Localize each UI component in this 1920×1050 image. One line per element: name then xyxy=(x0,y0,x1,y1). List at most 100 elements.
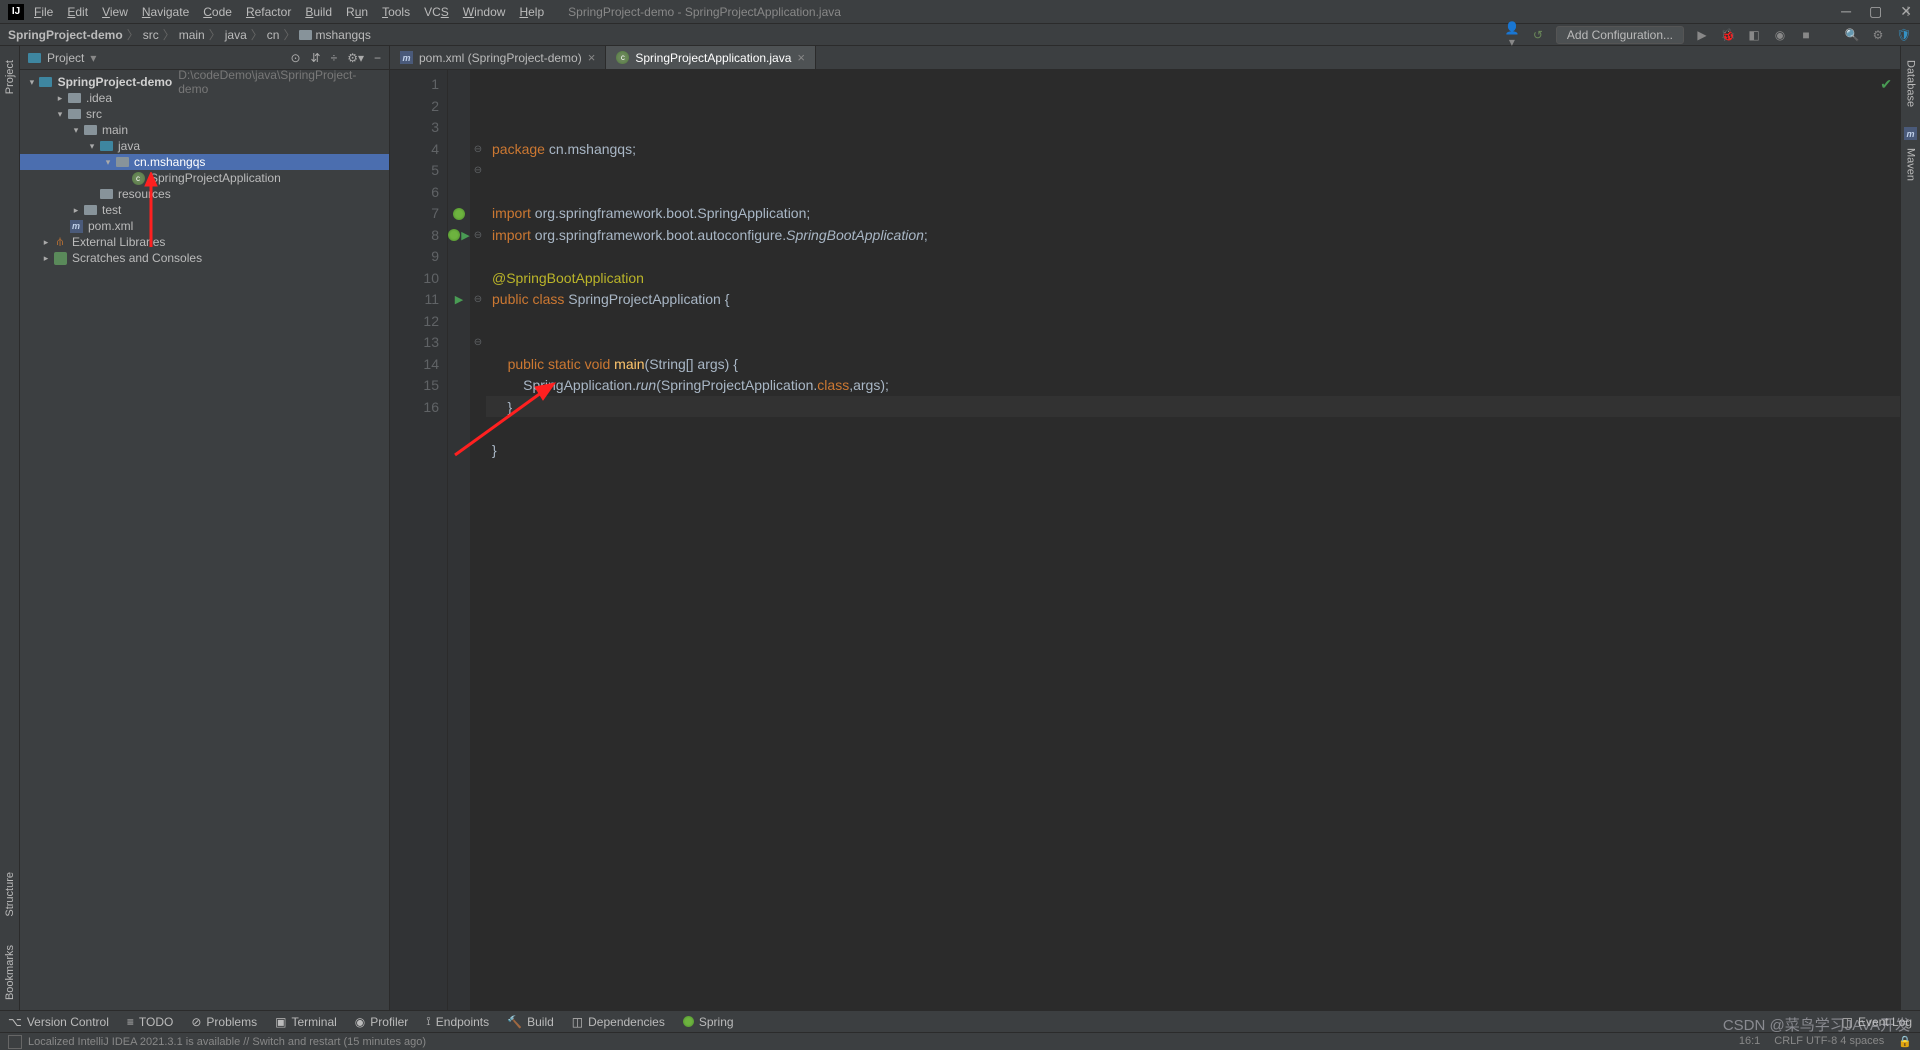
status-bar: Localized IntelliJ IDEA 2021.3.1 is avai… xyxy=(0,1032,1920,1050)
code-content[interactable]: ✔ package cn.mshangqs; import org.spring… xyxy=(486,70,1900,1010)
menu-tools[interactable]: Tools xyxy=(382,5,410,19)
dropdown-icon[interactable]: ▾ xyxy=(90,51,96,65)
tree-src[interactable]: ▾src xyxy=(20,106,389,122)
menu-help[interactable]: Help xyxy=(519,5,544,19)
terminal-tab[interactable]: ▣Terminal xyxy=(275,1015,337,1029)
inspection-ok-icon[interactable]: ✔ xyxy=(1880,74,1892,96)
tree-scratches[interactable]: ▸Scratches and Consoles xyxy=(20,250,389,266)
select-open-file-icon[interactable]: ⊙ xyxy=(290,51,300,65)
minimize-button[interactable]: ─ xyxy=(1841,3,1851,20)
bottom-tool-bar: ⌥Version Control ≡TODO ⊘Problems ▣Termin… xyxy=(0,1010,1920,1032)
project-pane-header: Project ▾ ⊙ ⇵ ÷ ⚙▾ − xyxy=(20,46,389,70)
crumb[interactable]: SpringProject-demo xyxy=(8,28,123,42)
run-class-icon[interactable]: ▶ xyxy=(448,225,470,247)
project-tree: ▾ SpringProject-demo D:\codeDemo\java\Sp… xyxy=(20,70,389,270)
tree-main[interactable]: ▾main xyxy=(20,122,389,138)
profile-icon[interactable]: ◉ xyxy=(1772,28,1788,42)
tab-app[interactable]: c SpringProjectApplication.java × xyxy=(606,46,816,69)
navbar: SpringProject-demo〉 src〉 main〉 java〉 cn〉… xyxy=(0,24,1920,46)
menu-run[interactable]: Run xyxy=(346,5,368,19)
project-pane-title[interactable]: Project xyxy=(47,51,84,65)
crumb[interactable]: src xyxy=(143,28,159,42)
close-tab-icon[interactable]: × xyxy=(797,50,805,65)
tab-options-icon[interactable]: ⋮ xyxy=(1902,4,1914,18)
collapse-all-icon[interactable]: ÷ xyxy=(331,51,338,65)
settings-icon[interactable]: ⚙ xyxy=(1870,28,1886,42)
user-icon[interactable]: 👤▾ xyxy=(1504,21,1520,49)
menu-edit[interactable]: Edit xyxy=(67,5,88,19)
crumb[interactable]: cn xyxy=(267,28,280,42)
profiler-tab[interactable]: ◉Profiler xyxy=(355,1015,409,1029)
right-tool-strip: Database m Maven xyxy=(1900,46,1920,1010)
gutter-icons: ▶ ▶ xyxy=(448,70,470,1010)
maven-tool-tab[interactable]: m xyxy=(1904,127,1917,140)
main-area: Project Structure Bookmarks Project ▾ ⊙ … xyxy=(0,46,1920,1010)
caret-position[interactable]: 16:1 xyxy=(1739,1035,1760,1048)
menu-refactor[interactable]: Refactor xyxy=(246,5,291,19)
menu-view[interactable]: View xyxy=(102,5,128,19)
menu-vcs[interactable]: VCS xyxy=(424,5,449,19)
sync-icon[interactable]: ↺ xyxy=(1530,28,1546,42)
expand-all-icon[interactable]: ⇵ xyxy=(311,51,321,65)
tab-pom[interactable]: m pom.xml (SpringProject-demo) × xyxy=(390,46,606,69)
breadcrumbs: SpringProject-demo〉 src〉 main〉 java〉 cn〉… xyxy=(8,26,371,43)
bookmarks-tool-tab[interactable]: Bookmarks xyxy=(4,945,16,1000)
tree-test[interactable]: ▸test xyxy=(20,202,389,218)
maximize-button[interactable]: ▢ xyxy=(1869,3,1882,20)
menu-file[interactable]: File xyxy=(34,5,53,19)
menu-code[interactable]: Code xyxy=(203,5,232,19)
maven-icon: m xyxy=(400,51,413,64)
crumb[interactable]: mshangqs xyxy=(299,28,370,42)
spring-tab[interactable]: Spring xyxy=(683,1015,734,1029)
window-title: SpringProject-demo - SpringProjectApplic… xyxy=(568,5,1841,19)
run-icon[interactable]: ▶ xyxy=(1694,28,1710,42)
menu-navigate[interactable]: Navigate xyxy=(142,5,189,19)
tree-root[interactable]: ▾ SpringProject-demo D:\codeDemo\java\Sp… xyxy=(20,74,389,90)
tool-windows-icon[interactable] xyxy=(8,1035,22,1049)
hide-icon[interactable]: − xyxy=(374,51,381,65)
stop-icon[interactable]: ■ xyxy=(1798,28,1814,42)
menu-window[interactable]: Window xyxy=(463,5,506,19)
version-control-tab[interactable]: ⌥Version Control xyxy=(8,1015,109,1029)
tree-pom[interactable]: mpom.xml xyxy=(20,218,389,234)
spring-run-icon[interactable] xyxy=(448,203,470,225)
status-message[interactable]: Localized IntelliJ IDEA 2021.3.1 is avai… xyxy=(28,1036,426,1048)
todo-tab[interactable]: ≡TODO xyxy=(127,1015,173,1029)
run-method-icon[interactable]: ▶ xyxy=(448,289,470,311)
database-tool-tab[interactable]: Database xyxy=(1905,60,1917,107)
endpoints-tab[interactable]: ⟟Endpoints xyxy=(426,1014,489,1029)
tree-package[interactable]: ▾cn.mshangqs xyxy=(20,154,389,170)
close-tab-icon[interactable]: × xyxy=(588,50,596,65)
tab-label: SpringProjectApplication.java xyxy=(635,51,791,65)
watermark: CSDN @菜鸟学习JAVA开发 xyxy=(1723,1014,1910,1035)
crumb[interactable]: java xyxy=(225,28,247,42)
folder-icon xyxy=(28,53,41,63)
java-class-icon: c xyxy=(616,51,629,64)
coverage-icon[interactable]: ◧ xyxy=(1746,28,1762,42)
structure-tool-tab[interactable]: Structure xyxy=(4,872,16,917)
tree-app-class[interactable]: cSpringProjectApplication xyxy=(20,170,389,186)
search-icon[interactable]: 🔍 xyxy=(1844,28,1860,42)
tree-resources[interactable]: resources xyxy=(20,186,389,202)
code-editor[interactable]: 12345678910111213141516 ▶ ▶ ⊖⊖⊖⊖⊖ ✔ pack… xyxy=(390,70,1900,1010)
main-menu: File Edit View Navigate Code Refactor Bu… xyxy=(34,5,544,19)
dependencies-tab[interactable]: ◫Dependencies xyxy=(572,1015,665,1029)
problems-tab[interactable]: ⊘Problems xyxy=(191,1015,257,1029)
project-tool-tab[interactable]: Project xyxy=(4,60,16,94)
debug-icon[interactable]: 🐞 xyxy=(1720,28,1736,42)
build-tab[interactable]: 🔨Build xyxy=(507,1015,554,1029)
fold-gutter: ⊖⊖⊖⊖⊖ xyxy=(470,70,486,1010)
encoding-info[interactable]: CRLF UTF-8 4 spaces xyxy=(1774,1035,1884,1048)
left-tool-strip: Project Structure Bookmarks xyxy=(0,46,20,1010)
toolbar-right: 👤▾ ↺ Add Configuration... ▶ 🐞 ◧ ◉ ■ 🔍 ⚙ … xyxy=(1504,21,1912,49)
crumb[interactable]: main xyxy=(179,28,205,42)
shield-icon[interactable]: 🛡 xyxy=(1896,28,1912,42)
tree-external-libs[interactable]: ▸⫛External Libraries xyxy=(20,234,389,250)
show-options-icon[interactable]: ⚙▾ xyxy=(347,51,364,65)
tree-java[interactable]: ▾java xyxy=(20,138,389,154)
add-configuration-button[interactable]: Add Configuration... xyxy=(1556,26,1684,44)
tab-label: pom.xml (SpringProject-demo) xyxy=(419,51,582,65)
app-logo: IJ xyxy=(8,4,24,20)
lock-icon[interactable]: 🔒 xyxy=(1898,1035,1912,1048)
menu-build[interactable]: Build xyxy=(305,5,332,19)
